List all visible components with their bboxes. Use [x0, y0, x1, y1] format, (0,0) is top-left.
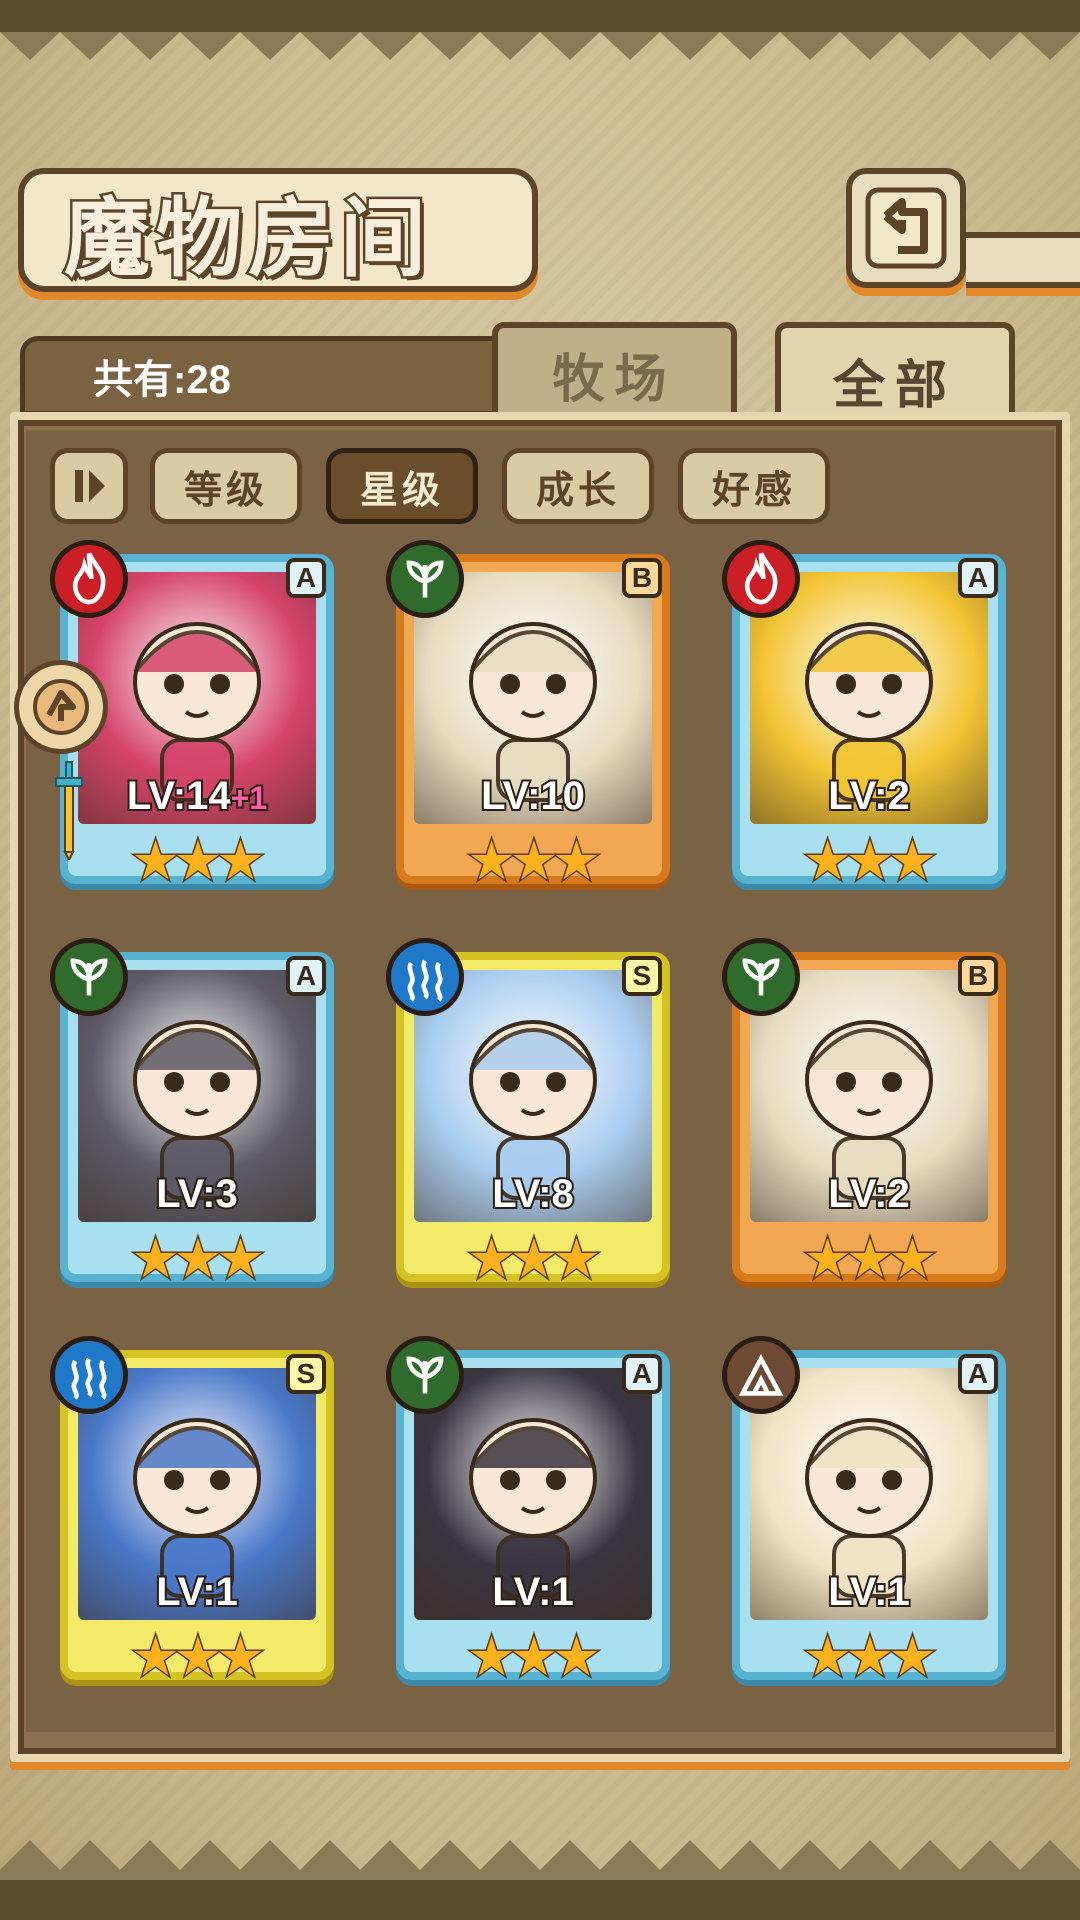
star-rating: ★★★: [130, 829, 266, 892]
star-rating: ★★★: [802, 829, 938, 892]
rank-badge: A: [622, 1354, 662, 1394]
sort-order-toggle[interactable]: [50, 448, 128, 524]
rank-badge: S: [622, 956, 662, 996]
level-value: LV:2: [826, 1170, 911, 1218]
monster-card[interactable]: S LV:1 ★★★: [50, 1336, 340, 1690]
level-label: LV:1: [78, 1568, 316, 1616]
leaf-element-icon: [722, 938, 800, 1016]
level-bonus: +1: [229, 778, 270, 818]
monster-card[interactable]: A LV:1 ★★★: [386, 1336, 676, 1690]
leader-badge[interactable]: [14, 660, 108, 754]
rank-badge: A: [958, 1354, 998, 1394]
level-label: LV:10: [414, 772, 652, 820]
monster-card[interactable]: S LV:8 ★★★: [386, 938, 676, 1292]
tab-ranch-label: 牧场: [552, 349, 677, 410]
star-rating: ★★★: [130, 1227, 266, 1290]
page-title: 魔物房间: [62, 185, 432, 291]
level-value: LV:3: [154, 1170, 239, 1218]
rank-badge: B: [622, 558, 662, 598]
title-banner: 魔物房间: [18, 168, 538, 292]
level-label: LV:8: [414, 1170, 652, 1218]
tab-ranch[interactable]: 牧场: [492, 322, 737, 420]
star-rating: ★★★: [466, 829, 602, 892]
leaf-element-icon: [50, 938, 128, 1016]
level-label: LV:1: [414, 1568, 652, 1616]
water-element-icon: [50, 1336, 128, 1414]
sort-by-level-label: 等级: [183, 467, 268, 512]
rank-badge: S: [286, 1354, 326, 1394]
level-label: LV:14+1: [78, 772, 316, 820]
level-label: LV:2: [750, 772, 988, 820]
sort-by-affection-label: 好感: [711, 467, 796, 512]
sort-by-growth-label: 成长: [535, 467, 620, 512]
return-arrow-icon: [865, 187, 947, 269]
level-value: LV:8: [490, 1170, 575, 1218]
leaf-element-icon: [386, 1336, 464, 1414]
sort-by-affection-button[interactable]: 好感: [678, 448, 830, 524]
rank-badge: A: [286, 956, 326, 996]
sort-by-stars-label: 星级: [359, 467, 444, 512]
monster-card[interactable]: B LV:10 ★★★: [386, 540, 676, 894]
sort-order-icon: [75, 470, 105, 502]
fire-element-icon: [50, 540, 128, 618]
back-button-tail: [966, 232, 1080, 288]
sort-by-level-button[interactable]: 等级: [150, 448, 302, 524]
level-label: LV:1: [750, 1568, 988, 1616]
level-value: LV:1: [490, 1568, 575, 1616]
rank-badge: B: [958, 956, 998, 996]
star-rating: ★★★: [130, 1625, 266, 1688]
sort-by-growth-button[interactable]: 成长: [502, 448, 654, 524]
monster-card[interactable]: A LV:3 ★★★: [50, 938, 340, 1292]
back-button[interactable]: [846, 168, 966, 288]
leaf-element-icon: [386, 540, 464, 618]
level-value: LV:10: [479, 772, 587, 820]
earth-element-icon: [722, 1336, 800, 1414]
top-border-decoration: [0, 0, 1080, 60]
level-label: LV:3: [78, 1170, 316, 1218]
fire-element-icon: [722, 540, 800, 618]
star-rating: ★★★: [466, 1227, 602, 1290]
bottom-border-decoration: [0, 1840, 1080, 1920]
level-value: LV:2: [826, 772, 911, 820]
star-rating: ★★★: [802, 1227, 938, 1290]
tab-all-label: 全部: [832, 355, 957, 416]
leader-badge-icon: [33, 679, 89, 735]
level-value: LV:1: [826, 1568, 911, 1616]
level-value: LV:1: [154, 1568, 239, 1616]
star-rating: ★★★: [802, 1625, 938, 1688]
monster-card[interactable]: B LV:2 ★★★: [722, 938, 1012, 1292]
level-label: LV:2: [750, 1170, 988, 1218]
level-value: LV:14: [125, 772, 233, 820]
star-rating: ★★★: [466, 1625, 602, 1688]
sword-icon: [55, 761, 83, 860]
sort-by-stars-button[interactable]: 星级: [326, 448, 478, 524]
monster-card[interactable]: A LV:1 ★★★: [722, 1336, 1012, 1690]
rank-badge: A: [958, 558, 998, 598]
rank-badge: A: [286, 558, 326, 598]
water-element-icon: [386, 938, 464, 1016]
monster-card[interactable]: A LV:2 ★★★: [722, 540, 1012, 894]
monster-count: 共有:28: [93, 358, 231, 402]
monster-count-bar: 共有:28: [20, 336, 540, 416]
